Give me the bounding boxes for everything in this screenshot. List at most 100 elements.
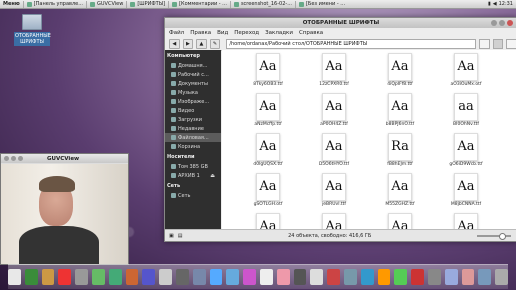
dock-app-icon[interactable] (226, 269, 240, 285)
file-item[interactable]: Aa...ttf (238, 210, 298, 230)
menu-help[interactable]: Справка (299, 30, 323, 36)
location-bar[interactable]: /home/ordanax/Рабочий стол/ОТОБРАННЫЕ ШР… (226, 38, 477, 49)
file-item[interactable]: Aa aNzMcffp.ttf (238, 90, 298, 130)
dock-app-icon[interactable] (427, 269, 441, 285)
sidebar-item-filesystem[interactable]: Файловая... (165, 133, 221, 142)
file-item[interactable]: Aa gO6iD9Wcb.ttf (436, 130, 496, 170)
dock-app-icon[interactable] (276, 269, 290, 285)
dock-app-icon[interactable] (260, 269, 273, 285)
dock-app-icon[interactable] (176, 269, 189, 285)
file-item[interactable]: Aa M8jbCNNA.ttf (436, 170, 496, 210)
dock-app-icon[interactable] (125, 269, 139, 285)
taskbar-item[interactable]: GUVCView (86, 0, 126, 8)
window-titlebar[interactable]: GUVCView (1, 154, 128, 163)
minimize-icon[interactable] (491, 20, 497, 26)
sidebar-item-music[interactable]: Музыка (165, 88, 221, 97)
maximize-icon[interactable] (18, 156, 23, 161)
dock-app-icon[interactable] (461, 269, 475, 285)
file-item[interactable]: Aa M55ZGHZ.ttf (370, 170, 430, 210)
dock-app-icon[interactable] (75, 269, 89, 285)
file-item[interactable]: aa BI0OhNv.ttf (436, 90, 496, 130)
dock-app-icon[interactable] (360, 269, 374, 285)
file-item[interactable]: Aa...ttf (370, 210, 430, 230)
volume-icon[interactable]: ◀ (493, 1, 497, 7)
view-compact-button[interactable] (506, 38, 516, 49)
minimize-icon[interactable] (11, 156, 16, 161)
dock-app-icon[interactable] (159, 269, 173, 285)
file-item[interactable]: Aa gSOTLGH.otf (238, 170, 298, 210)
dock-app-icon[interactable] (192, 269, 206, 285)
eject-icon[interactable]: ⏏ (210, 173, 215, 179)
taskbar-item[interactable]: [Панель управле... (22, 0, 86, 8)
file-item[interactable]: Aa d0lgUQSX.ttf (238, 130, 298, 170)
sidebar-item-pictures[interactable]: Изображе... (165, 97, 221, 106)
sidebar-item-archive[interactable]: АРХИВ 1 ⏏ (165, 171, 221, 180)
dock-app-icon[interactable] (41, 269, 55, 285)
file-item[interactable]: Aa 8Tky6OB3.ttf (238, 50, 298, 90)
dock-app-icon[interactable] (142, 269, 156, 285)
clock[interactable]: 12:31 (499, 1, 513, 7)
sidebar-item-volume[interactable]: Том 385 GB (165, 162, 221, 171)
dock-app-icon[interactable] (444, 269, 458, 285)
dock-app-icon[interactable] (411, 269, 424, 285)
file-item[interactable]: Aa b8BPJ6nO.ttf (370, 90, 430, 130)
file-item[interactable]: Aa aP0OH4Z.ttf (304, 90, 364, 130)
main-menu-button[interactable]: Меню (0, 1, 23, 7)
dock-app-icon[interactable] (243, 269, 256, 285)
file-item[interactable]: Aa...ttf (304, 210, 364, 230)
sidebar-item-videos[interactable]: Видео (165, 106, 221, 115)
taskbar-item[interactable]: [Комментарии - ... (168, 0, 230, 8)
desktop-folder[interactable]: ОТОБРАННЫЕ ШРИФТЫ (14, 14, 51, 46)
forward-button[interactable]: ▶ (182, 38, 194, 49)
dock-app-icon[interactable] (8, 269, 21, 285)
zoom-slider[interactable] (477, 232, 511, 240)
maximize-icon[interactable] (499, 20, 505, 26)
menu-edit[interactable]: Правка (190, 30, 211, 36)
sidebar-item-downloads[interactable]: Загрузки (165, 115, 221, 124)
dock-app-icon[interactable] (478, 269, 492, 285)
view-icons-button[interactable] (492, 38, 504, 49)
close-icon[interactable] (507, 20, 513, 26)
network-icon[interactable]: ▮ (488, 1, 491, 7)
dock-app-icon[interactable] (327, 269, 340, 285)
sidebar-item-desktop[interactable]: Рабочий с... (165, 70, 221, 79)
sidebar-toggle-icon[interactable]: ▣ (169, 233, 174, 239)
file-item[interactable]: Aa aO3iOuMx.otf (436, 50, 496, 90)
taskbar-item[interactable]: screenshot_16-02-... (229, 0, 295, 8)
file-item[interactable]: Aa...ttf (436, 210, 496, 230)
taskbar-item[interactable]: [ШРИФТЫ] (126, 0, 168, 8)
menu-go[interactable]: Переход (234, 30, 259, 36)
file-item[interactable]: Aa jeBRUvl.ttf (304, 170, 364, 210)
close-icon[interactable] (4, 156, 9, 161)
back-button[interactable]: ◀ (169, 38, 180, 49)
dock-app-icon[interactable] (92, 269, 105, 285)
dock-app-icon[interactable] (293, 269, 307, 285)
sidebar-item-recent[interactable]: Недавние (165, 124, 221, 133)
file-item[interactable]: Ra fB8hEJm.ttf (370, 130, 430, 170)
file-item[interactable]: Aa D5O6tHYO.ttf (304, 130, 364, 170)
dock-app-icon[interactable] (343, 269, 357, 285)
file-item[interactable]: Aa 4iQpIFf8.ttf (370, 50, 430, 90)
sidebar-item-network[interactable]: Сеть (165, 191, 221, 200)
dock-app-icon[interactable] (209, 269, 223, 285)
file-item[interactable]: Aa 12zCPXR0.ttf (304, 50, 364, 90)
zoom-slider-handle[interactable] (499, 232, 506, 240)
view-list-button[interactable] (479, 38, 490, 49)
dock-app-icon[interactable] (495, 269, 508, 285)
dock-app-icon[interactable] (58, 269, 72, 285)
sidebar-item-trash[interactable]: Корзина (165, 142, 221, 151)
up-button[interactable]: ▲ (196, 38, 207, 49)
window-titlebar[interactable]: ОТОБРАННЫЕ ШРИФТЫ (165, 18, 516, 28)
dock-app-icon[interactable] (377, 269, 391, 285)
dock-app-icon[interactable] (108, 269, 122, 285)
dock-app-icon[interactable] (24, 269, 38, 285)
sidebar-item-documents[interactable]: Документы (165, 79, 221, 88)
menu-view[interactable]: Вид (217, 30, 228, 36)
taskbar-item[interactable]: [Без имени - ... (294, 0, 348, 8)
dock-app-icon[interactable] (394, 269, 408, 285)
sidebar-item-home[interactable]: Домашня... (165, 61, 221, 70)
dock-app-icon[interactable] (310, 269, 324, 285)
toggle-path-button[interactable]: ✎ (209, 38, 221, 49)
menu-file[interactable]: Файл (169, 30, 184, 36)
menu-bookmarks[interactable]: Закладки (265, 30, 293, 36)
